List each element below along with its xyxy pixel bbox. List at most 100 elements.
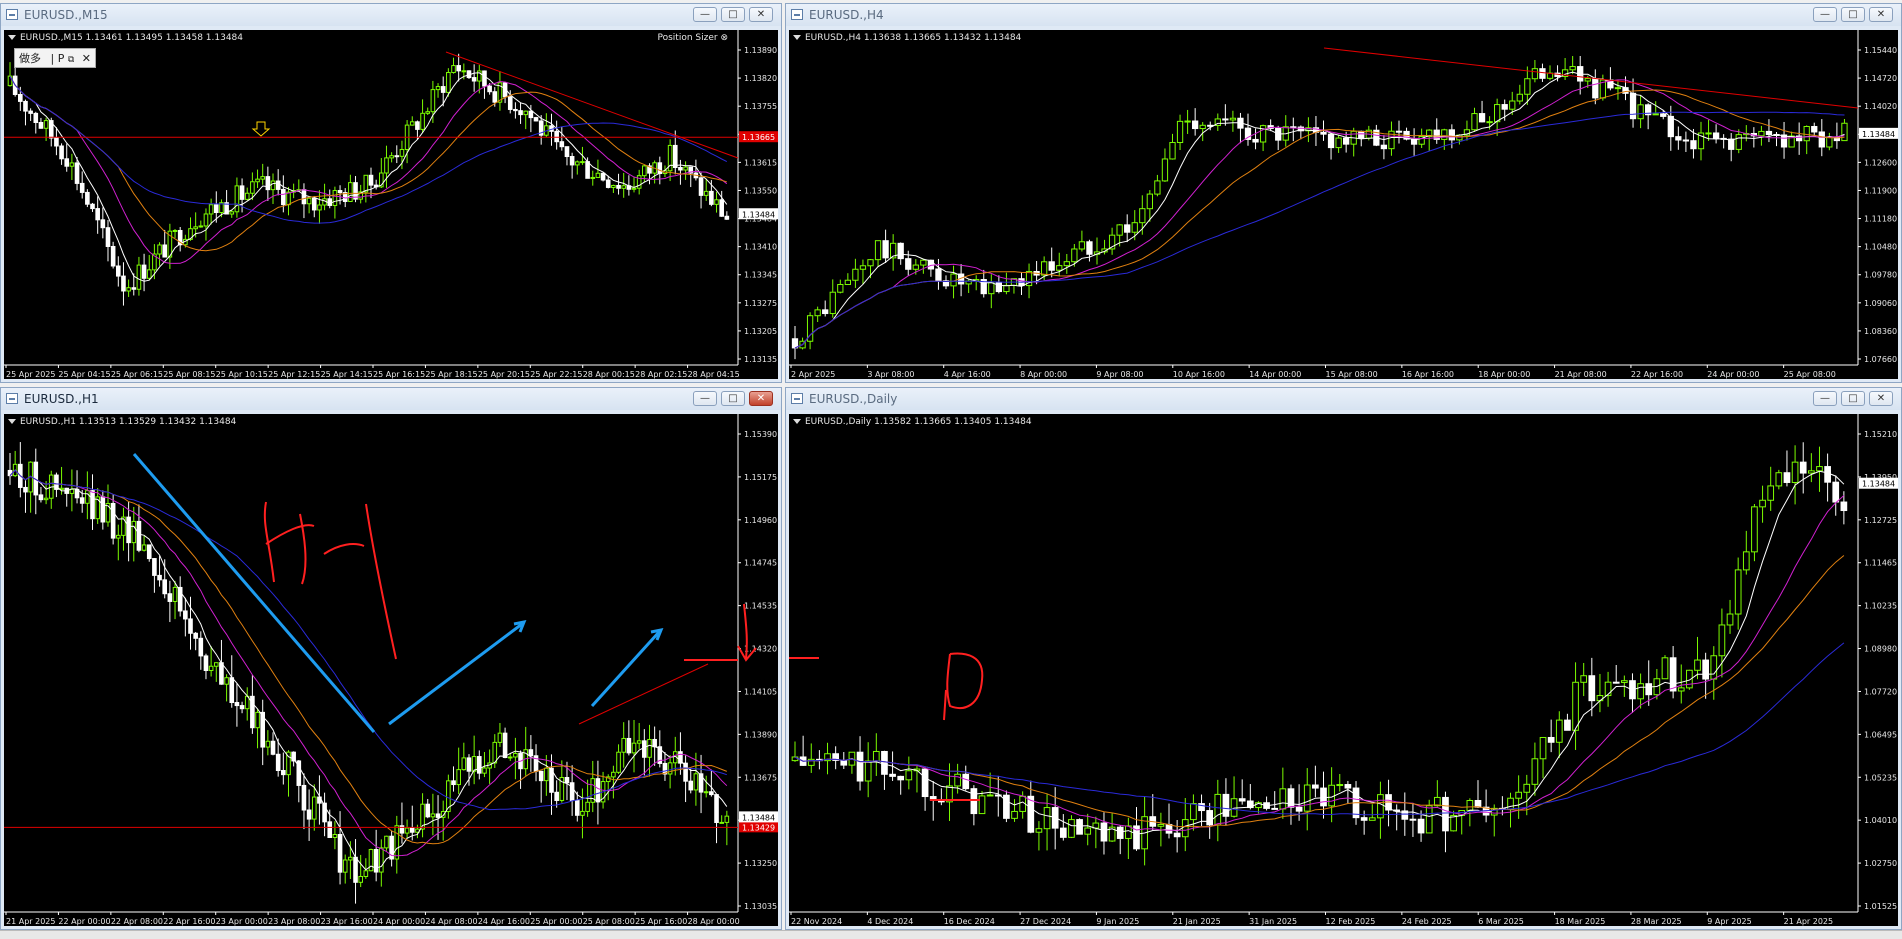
- current-price-tag-text: 1.13484: [1862, 130, 1895, 139]
- chart-area[interactable]: 1.15390 1.15175 1.14960 1.14745 1.14535 1.143…: [4, 414, 778, 926]
- candle-body: [507, 756, 513, 759]
- collapse-icon[interactable]: [8, 35, 16, 40]
- price-label: 1.13820: [744, 74, 777, 83]
- candle-body: [1824, 466, 1831, 483]
- trade-panel[interactable]: 做多 | P ⧉ ✕: [14, 48, 96, 68]
- candle-body: [946, 785, 953, 803]
- time-label: 2 Apr 2025: [791, 370, 835, 379]
- ma-line-white: [794, 71, 1845, 349]
- candle-body: [1818, 131, 1825, 148]
- candle-body: [115, 265, 121, 277]
- position-sizer-label[interactable]: Position Sizer ⊗: [658, 33, 729, 43]
- candle-body: [1157, 823, 1165, 827]
- candle-body: [275, 180, 281, 190]
- collapse-icon[interactable]: [8, 419, 16, 424]
- candle-body: [1516, 93, 1523, 102]
- title-bar[interactable]: EURUSD.,M15 — □ ✕: [1, 4, 781, 26]
- ma-line-white: [9, 72, 728, 282]
- chart-area[interactable]: 1.154401.147201.140201.133201.126001.119…: [789, 30, 1898, 379]
- chart-window-h4[interactable]: EURUSD.,H4 — □ ✕ 1.15440 1.14720 1.14020 1.…: [785, 3, 1902, 383]
- restore-icon[interactable]: ⧉: [68, 55, 74, 65]
- candle-body: [337, 834, 343, 873]
- close-button[interactable]: ✕: [1869, 7, 1893, 22]
- candle-body: [626, 737, 632, 754]
- chart-window-m15[interactable]: EURUSD.,M15 — □ ✕ 1.13890 1.13820 1.13755 1…: [0, 3, 782, 383]
- time-label: 21 Apr 08:00: [1555, 370, 1607, 379]
- candle-body: [559, 141, 565, 148]
- time-label: 25 Apr 14:15: [321, 370, 373, 379]
- title-bar[interactable]: EURUSD.,H4 — □ ✕: [786, 4, 1901, 26]
- candle-body: [1071, 248, 1078, 263]
- candle-body: [394, 825, 400, 860]
- title-bar[interactable]: EURUSD.,Daily — □ ✕: [786, 388, 1901, 410]
- price-label: 1.13275: [744, 299, 777, 308]
- candle-body: [642, 740, 647, 758]
- handwritten-arrow-icon: [737, 603, 757, 662]
- collapse-icon[interactable]: [793, 419, 801, 424]
- current-price-tag-text: 1.13484: [742, 210, 775, 219]
- title-bar[interactable]: EURUSD.,H1 — □ ✕: [1, 388, 781, 410]
- candle-body: [1199, 124, 1206, 130]
- time-label: 14 Apr 00:00: [1249, 370, 1301, 379]
- chart-area[interactable]: 1.138901.138201.137551.136851.136151.135…: [4, 30, 778, 379]
- gear-icon[interactable]: ⊗: [720, 33, 728, 43]
- price-label: 1.07660: [1864, 355, 1897, 364]
- chart-window-h1[interactable]: EURUSD.,H1 — □ ✕ 1.15390 1.15175 1.14960 1.…: [0, 387, 782, 930]
- minimize-button[interactable]: —: [693, 391, 717, 406]
- candle-body: [90, 203, 95, 210]
- candle-body: [859, 265, 867, 270]
- candle-body: [229, 211, 235, 215]
- red-price-tag-text: 1.13429: [742, 823, 775, 832]
- candle-body: [1059, 827, 1067, 838]
- close-icon[interactable]: ✕: [82, 52, 91, 65]
- candle-body: [580, 810, 585, 816]
- candle-body: [1592, 78, 1599, 99]
- price-label: 1.13135: [744, 355, 777, 364]
- minimize-button[interactable]: —: [1813, 391, 1837, 406]
- minimize-button[interactable]: —: [693, 7, 717, 22]
- candle-body: [616, 184, 621, 189]
- candle-body: [224, 677, 229, 685]
- candle-body: [208, 665, 214, 672]
- candle-body: [719, 199, 724, 217]
- panel-p-button[interactable]: P: [58, 52, 65, 65]
- candle-body: [23, 100, 28, 112]
- time-label: 28 Apr 00:15: [583, 370, 635, 379]
- candle-body: [28, 110, 33, 114]
- candle-body: [882, 240, 889, 259]
- candle-body: [621, 737, 627, 753]
- minimize-button[interactable]: —: [1813, 7, 1837, 22]
- close-button[interactable]: ✕: [1869, 391, 1893, 406]
- price-label: 1.13550: [744, 186, 777, 195]
- candle-body: [1154, 180, 1161, 195]
- chart-area[interactable]: 1.15210 1.13950 1.12725 1.11465 1.10235 1.089…: [789, 414, 1898, 926]
- candle-body: [513, 108, 518, 112]
- ma-line-magenta: [9, 75, 728, 264]
- candle-body: [595, 778, 601, 803]
- candle-body: [1450, 814, 1457, 832]
- maximize-button[interactable]: □: [721, 7, 745, 22]
- candle-body: [970, 788, 978, 815]
- price-label: 1.11180: [1864, 215, 1897, 224]
- close-button[interactable]: ✕: [749, 7, 773, 22]
- close-button[interactable]: ✕: [749, 391, 773, 406]
- candle-body: [255, 178, 260, 183]
- price-label: 1.14020: [1864, 102, 1897, 111]
- candle-body: [183, 610, 188, 620]
- maximize-button[interactable]: □: [1841, 391, 1865, 406]
- candle-body: [23, 486, 28, 493]
- candle-body: [595, 172, 601, 178]
- candle-body: [43, 120, 49, 129]
- collapse-icon[interactable]: [793, 35, 801, 40]
- panel-separator: |: [50, 52, 55, 65]
- candle-body: [1515, 791, 1522, 799]
- candle-body: [64, 158, 70, 167]
- maximize-button[interactable]: □: [1841, 7, 1865, 22]
- maximize-button[interactable]: □: [721, 391, 745, 406]
- chart-canvas: 1.152101.139501.127251.114651.102351.089…: [789, 414, 1898, 926]
- chart-window-daily[interactable]: EURUSD.,Daily — □ ✕ 1.15210 1.13950 1.1272…: [785, 387, 1902, 930]
- candle-body: [1327, 133, 1335, 149]
- current-price-tag-text: 1.13484: [742, 813, 775, 822]
- price-label: 1.13250: [744, 859, 777, 868]
- candle-body: [1710, 655, 1718, 680]
